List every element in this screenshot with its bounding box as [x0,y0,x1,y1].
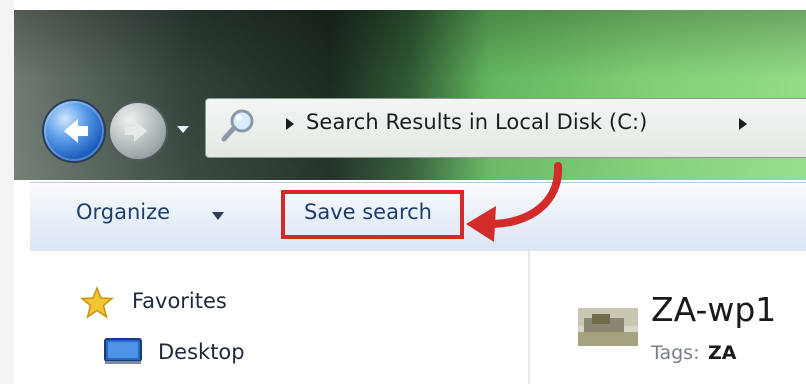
arrow-left-icon [64,119,88,143]
breadcrumb-chevron-icon[interactable] [738,117,748,131]
forward-button[interactable] [108,101,168,161]
image-thumbnail-icon[interactable] [578,308,638,346]
highlight-box [281,190,464,239]
result-tags-label: Tags: [651,342,700,364]
explorer-window: Search Results in Local Disk (C:) Organi… [0,0,806,384]
star-icon [80,286,114,319]
result-tags-value: ZA [708,342,737,364]
callout-arrow-icon [466,162,563,242]
breadcrumb-chevron-icon[interactable] [285,117,295,131]
nav-item-favorites[interactable]: Favorites [132,289,227,313]
search-icon [221,109,254,142]
organize-menu-button[interactable]: Organize [76,200,170,224]
desktop-icon [104,338,142,364]
chevron-down-icon [212,212,224,220]
arrow-right-icon [125,120,147,142]
background-blur [470,36,800,96]
breadcrumb-search-results[interactable]: Search Results in Local Disk (C:) [306,110,647,134]
back-button[interactable] [42,99,106,163]
result-file-name[interactable]: ZA-wp1 [651,290,776,329]
window-edge [0,0,14,384]
nav-item-desktop[interactable]: Desktop [158,340,245,364]
recent-pages-dropdown[interactable] [176,124,190,134]
